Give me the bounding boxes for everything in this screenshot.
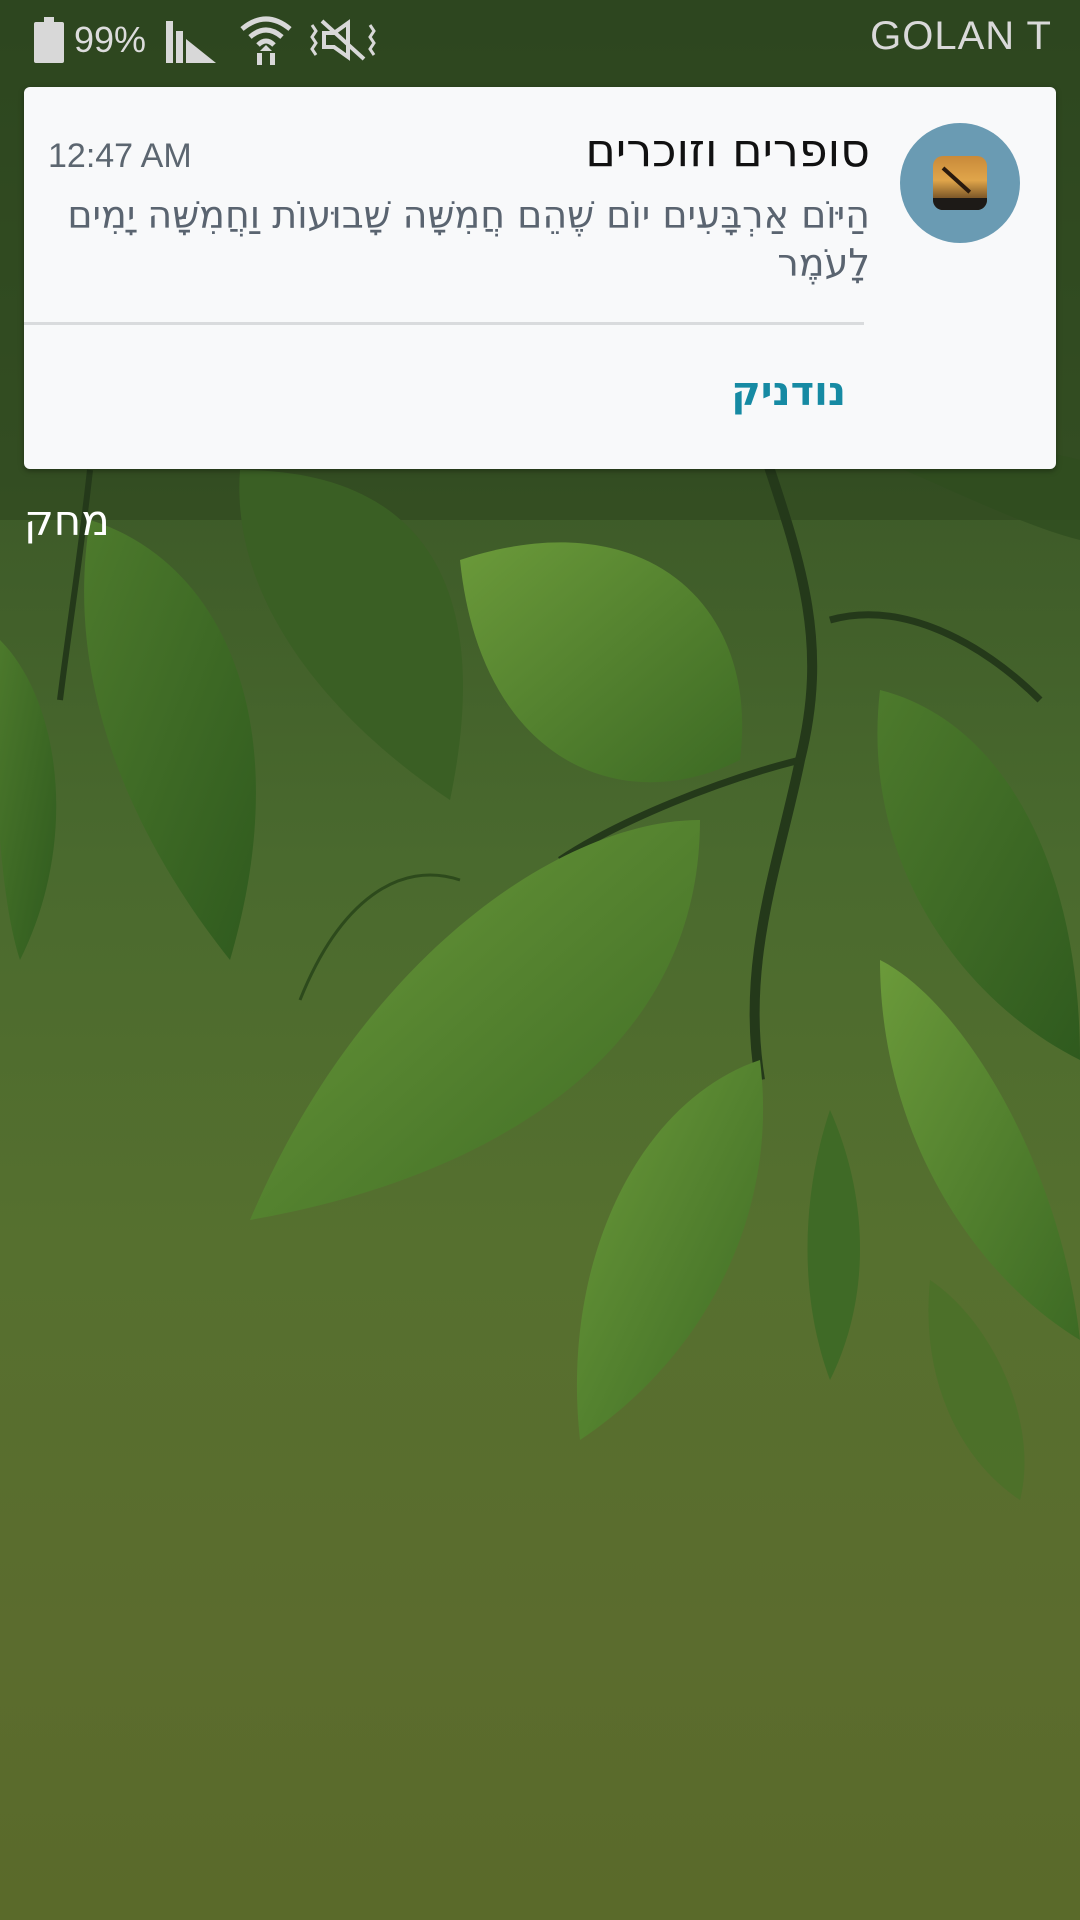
notification-card[interactable]: סופרים וזוכרים 12:47 AM הַיּוֹם אַרְבָּע… (24, 87, 1056, 469)
battery-percent: 99% (74, 19, 147, 60)
notification-time: 12:47 AM (48, 137, 192, 175)
signal-icon (166, 21, 217, 63)
carrier-name: GOLAN T (870, 14, 1052, 58)
notification-body: הַיּוֹם אַרְבָּעִים יוֹם שֶׁהֵם חֲמִשָּׁ… (67, 193, 870, 285)
status-bar: 99% GOLAN T (0, 0, 1080, 78)
mute-icon (310, 19, 376, 61)
status-icons: 99% (34, 10, 378, 70)
snooze-button[interactable]: נודניק (731, 369, 846, 415)
wifi-icon (240, 16, 292, 65)
notification-title: סופרים וזוכרים (585, 123, 870, 177)
screen: 99% GOLAN T סופרים וזוכרים 12:47 AM הַיּ… (0, 0, 1080, 1920)
clear-button[interactable]: מחק (24, 496, 110, 545)
app-icon (900, 123, 1020, 243)
notification-divider (24, 322, 864, 325)
omer-count-app-icon (933, 156, 987, 210)
battery-icon (34, 17, 64, 63)
